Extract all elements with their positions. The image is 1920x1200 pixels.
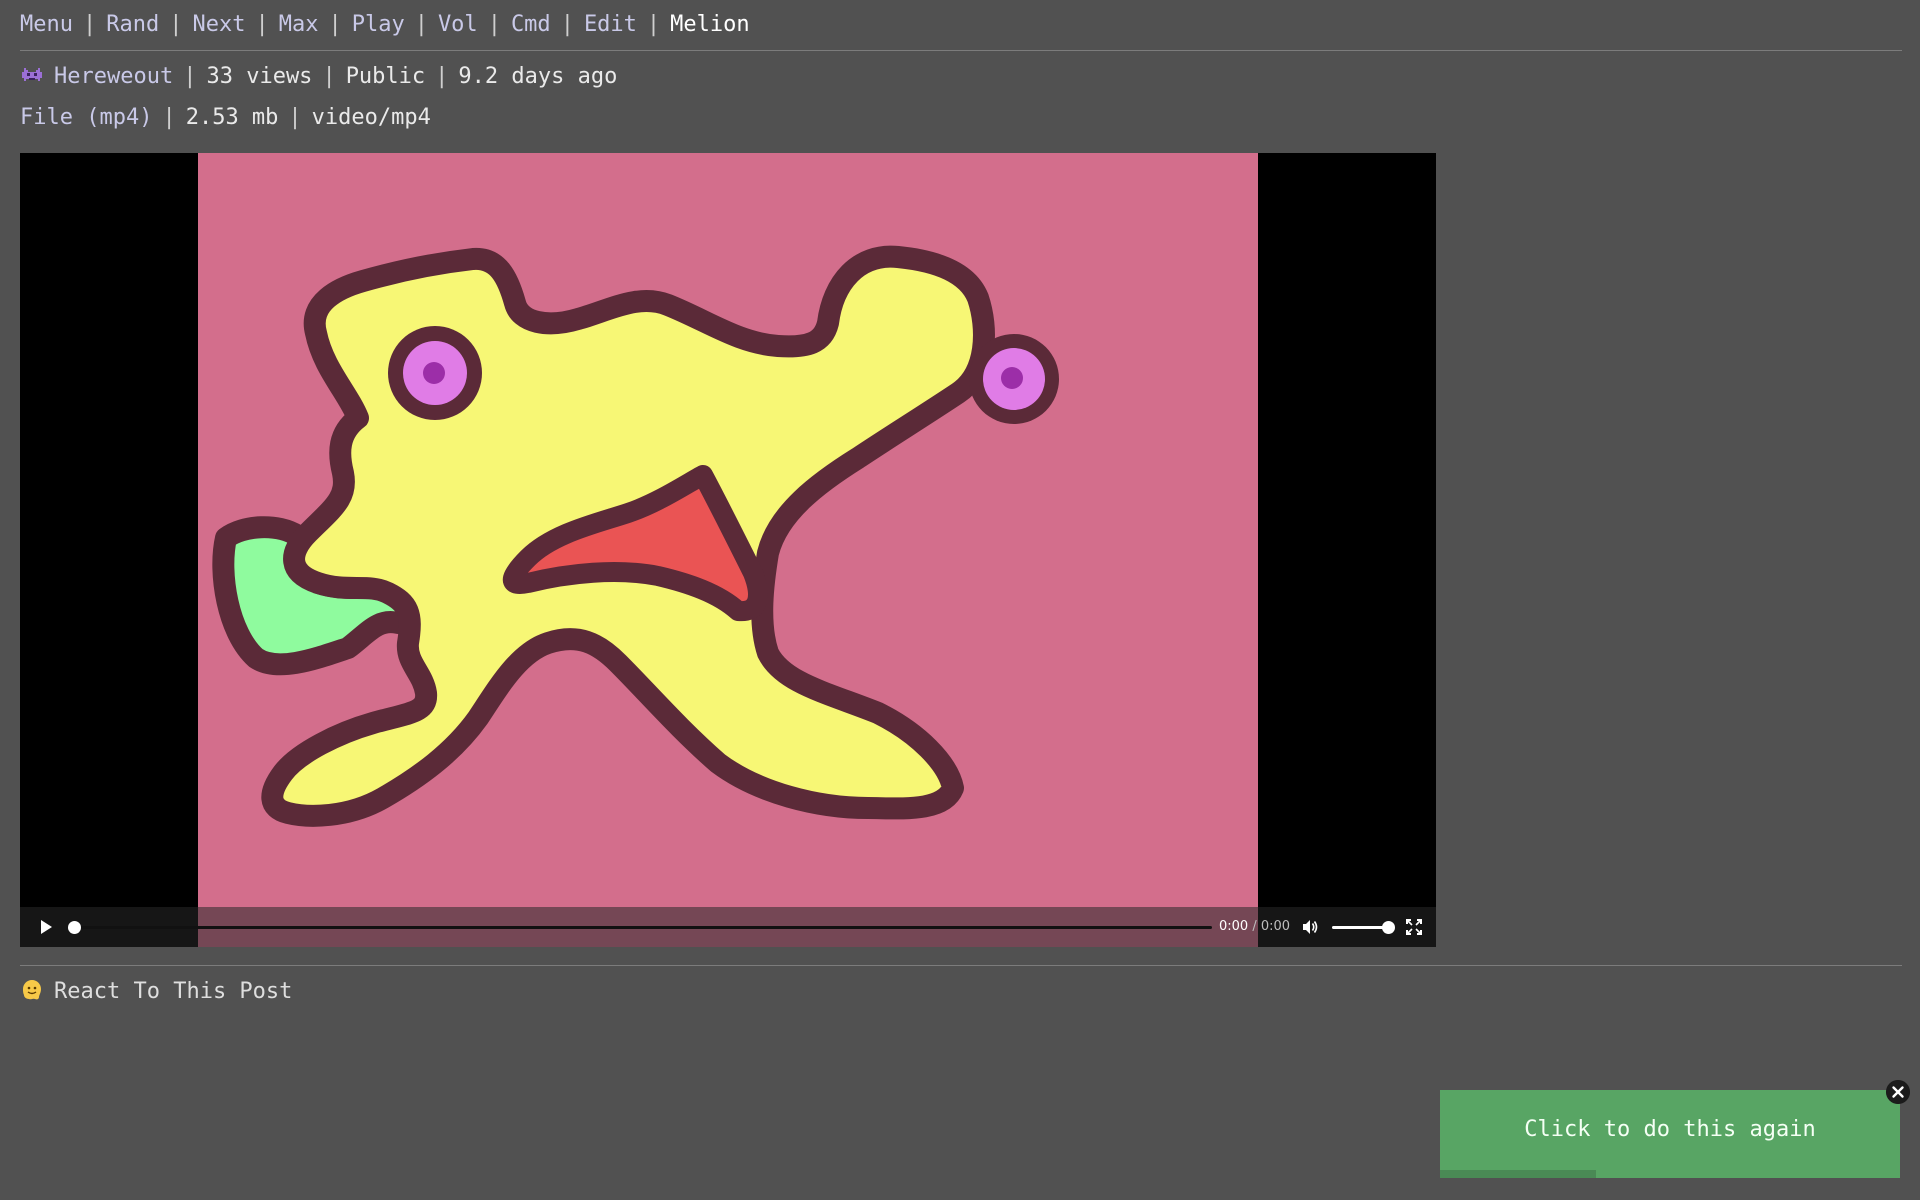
nav-next[interactable]: Next [192, 12, 245, 37]
file-mime-type: video/mp4 [311, 105, 431, 130]
post-info: Hereweout | 33 views | Public | 9.2 days ago [20, 62, 617, 92]
seek-bar[interactable] [68, 921, 1212, 934]
nav-menu[interactable]: Menu [20, 12, 73, 37]
info-separator: | [162, 105, 176, 130]
duration: 0:00 [1260, 919, 1291, 934]
seek-thumb[interactable] [68, 921, 81, 934]
volume-thumb[interactable] [1382, 921, 1395, 934]
toast-message: Click to do this again [1524, 1117, 1816, 1142]
nav-vol[interactable]: Vol [438, 12, 478, 37]
file-link[interactable]: File (mp4) [20, 105, 152, 130]
video-frame[interactable] [198, 153, 1258, 947]
video-frame-image [198, 153, 1258, 947]
play-icon[interactable] [36, 917, 56, 937]
video-player[interactable]: 0:00 / 0:00 [20, 153, 1436, 947]
info-separator: | [322, 64, 336, 89]
info-separator: | [288, 105, 302, 130]
nav-separator: | [560, 12, 574, 37]
volume-slider[interactable] [1332, 921, 1395, 934]
react-to-post-link[interactable]: React To This Post [20, 977, 292, 1007]
view-count: 33 views [206, 64, 313, 89]
melting-face-icon [23, 980, 41, 1000]
post-author-link[interactable]: Hereweout [54, 64, 173, 89]
nav-max[interactable]: Max [279, 12, 319, 37]
time-display: 0:00 / 0:00 [1219, 919, 1290, 934]
nav-cmd[interactable]: Cmd [511, 12, 551, 37]
top-divider [20, 50, 1902, 51]
top-nav: Menu | Rand | Next | Max | Play | Vol | Cmd | Edit | Mel… [20, 10, 750, 40]
repeat-action-toast[interactable]: Click to do this again [1440, 1090, 1900, 1178]
volume-icon[interactable] [1300, 917, 1320, 937]
nav-separator: | [487, 12, 501, 37]
nav-rand[interactable]: Rand [106, 12, 159, 37]
nav-separator: | [255, 12, 269, 37]
info-separator: | [183, 64, 197, 89]
nav-edit[interactable]: Edit [584, 12, 637, 37]
bottom-divider [20, 965, 1902, 966]
nav-separator: | [328, 12, 342, 37]
close-icon[interactable] [1886, 1080, 1910, 1104]
nav-separator: | [169, 12, 183, 37]
alien-monster-icon [22, 68, 42, 81]
file-info: File (mp4) | 2.53 mb | video/mp4 [20, 103, 431, 133]
file-size: 2.53 mb [185, 105, 279, 130]
time-separator: / [1248, 919, 1261, 934]
fullscreen-icon[interactable] [1405, 918, 1423, 936]
react-label: React To This Post [54, 979, 293, 1004]
info-separator: | [435, 64, 449, 89]
nav-current-page: Melion [670, 12, 750, 37]
toast-progress-bar [1440, 1170, 1597, 1178]
current-time: 0:00 [1219, 919, 1249, 934]
video-controls: 0:00 / 0:00 [20, 907, 1436, 947]
nav-play[interactable]: Play [352, 12, 405, 37]
nav-separator: | [414, 12, 428, 37]
visibility-label: Public [345, 64, 426, 89]
nav-separator: | [82, 12, 97, 37]
post-age: 9.2 days ago [458, 64, 618, 89]
nav-separator: | [646, 12, 661, 37]
